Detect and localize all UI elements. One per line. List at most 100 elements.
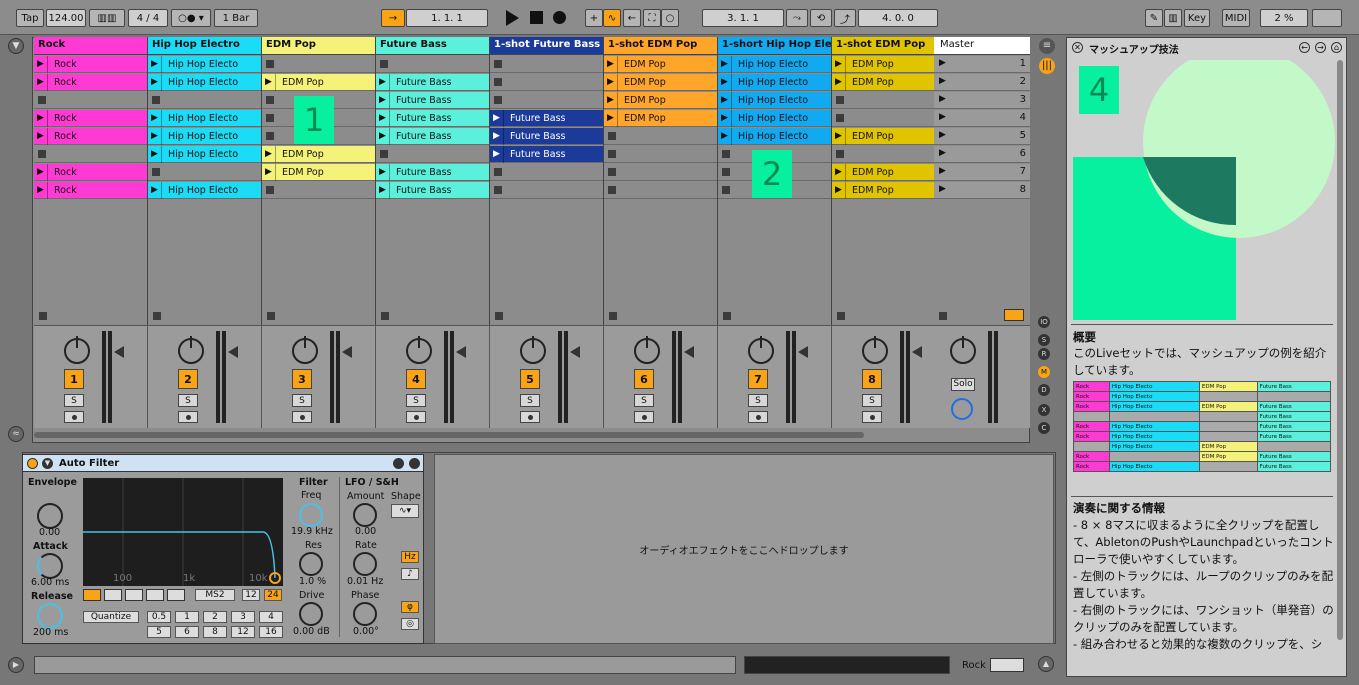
loop-length-display[interactable]: 4. 0. 0 bbox=[858, 9, 938, 27]
solo-button[interactable]: S bbox=[292, 394, 312, 407]
clip-slot[interactable]: ▶ EDM Pop bbox=[832, 181, 945, 199]
mixer-toggle-icon[interactable]: ||| bbox=[1039, 58, 1055, 74]
solo-button[interactable]: S bbox=[64, 394, 84, 407]
clip-launch-icon[interactable]: ▶ bbox=[490, 109, 504, 127]
stop-icon[interactable] bbox=[152, 96, 160, 104]
scene-launch[interactable]: ▶ 3 bbox=[934, 92, 1030, 109]
quantize-value-button[interactable]: 8 bbox=[203, 626, 227, 638]
track-header[interactable]: Future Bass bbox=[376, 37, 489, 55]
empty-clip-slot[interactable] bbox=[262, 56, 375, 73]
filter-type-highpass[interactable] bbox=[104, 589, 122, 601]
clip-launch-icon[interactable]: ▶ bbox=[376, 127, 390, 145]
clip-launch-icon[interactable]: ▶ bbox=[604, 73, 618, 91]
stop-icon[interactable] bbox=[722, 168, 730, 176]
filter-display[interactable]: 100 1k 10k bbox=[83, 478, 283, 586]
pan-knob[interactable] bbox=[862, 336, 888, 364]
rate-knob[interactable] bbox=[353, 552, 377, 576]
delay-toggle-icon[interactable]: D bbox=[1038, 384, 1050, 396]
help-toggle-icon[interactable]: ≈ bbox=[8, 426, 24, 442]
play-icon[interactable] bbox=[506, 10, 519, 26]
quantize-select[interactable]: 1 Bar bbox=[214, 9, 258, 27]
arm-button[interactable] bbox=[292, 411, 312, 423]
punch-out-icon[interactable]: ⤴ bbox=[834, 9, 856, 27]
nudge-icon[interactable]: ▥▥ bbox=[89, 9, 125, 27]
clip-launch-icon[interactable]: ▶ bbox=[34, 181, 48, 199]
track-activator-button[interactable]: 3 bbox=[292, 369, 312, 389]
scene-launch[interactable]: ▶ 8 bbox=[934, 182, 1030, 199]
expand-up-icon[interactable]: ▲ bbox=[1038, 656, 1054, 672]
scene-launch-icon[interactable]: ▶ bbox=[939, 76, 946, 86]
slope-24-button[interactable]: 24 bbox=[264, 589, 282, 601]
metronome-icon[interactable]: ○● ▾ bbox=[171, 9, 211, 27]
pan-knob[interactable] bbox=[64, 336, 90, 364]
quantize-value-button[interactable]: 5 bbox=[147, 626, 171, 638]
empty-clip-slot[interactable] bbox=[604, 164, 717, 181]
clip-slot[interactable]: ▶ EDM Pop bbox=[832, 163, 945, 181]
loop-start-display[interactable]: 3. 1. 1 bbox=[702, 9, 784, 27]
sends-toggle-icon[interactable]: S bbox=[1038, 334, 1050, 346]
sync-note-icon[interactable]: ♪ bbox=[401, 568, 419, 580]
volume-fader-icon[interactable] bbox=[570, 346, 580, 358]
clip-launch-icon[interactable]: ▶ bbox=[376, 181, 390, 199]
clip-slot[interactable]: ▶ EDM Pop bbox=[832, 73, 945, 91]
volume-fader-icon[interactable] bbox=[114, 346, 124, 358]
track-header[interactable]: 1-shot EDM Pop bbox=[832, 37, 945, 55]
clip-slot[interactable]: ▶ Rock bbox=[34, 109, 147, 127]
track-header[interactable]: Rock bbox=[34, 37, 147, 55]
clip-slot[interactable]: ▶ Hip Hop Electo bbox=[148, 55, 261, 73]
scene-launch[interactable]: ▶ 6 bbox=[934, 146, 1030, 163]
clip-launch-icon[interactable]: ▶ bbox=[34, 163, 48, 181]
clip-launch-icon[interactable]: ▶ bbox=[148, 109, 162, 127]
clip-slot[interactable]: ▶ Hip Hop Electo bbox=[718, 127, 831, 145]
volume-fader-icon[interactable] bbox=[342, 346, 352, 358]
key-button[interactable]: Key bbox=[1184, 9, 1210, 27]
stop-icon[interactable] bbox=[836, 96, 844, 104]
stop-icon[interactable] bbox=[266, 132, 274, 140]
arm-button[interactable] bbox=[64, 411, 84, 423]
track-activator-button[interactable]: 4 bbox=[406, 369, 426, 389]
empty-clip-slot[interactable] bbox=[376, 146, 489, 163]
scene-launch[interactable]: ▶ 5 bbox=[934, 128, 1030, 145]
empty-clip-slot[interactable] bbox=[604, 128, 717, 145]
help-close-icon[interactable]: ✕ bbox=[1072, 42, 1083, 53]
track-activator-button[interactable]: 6 bbox=[634, 369, 654, 389]
help-home-icon[interactable]: ⌂ bbox=[1331, 42, 1342, 53]
clip-launch-icon[interactable]: ▶ bbox=[832, 73, 846, 91]
stop-icon[interactable] bbox=[494, 60, 502, 68]
attack-knob[interactable] bbox=[37, 553, 63, 579]
stop-icon[interactable] bbox=[608, 150, 616, 158]
clip-slot[interactable]: ▶ Rock bbox=[34, 55, 147, 73]
tap-button[interactable]: Tap bbox=[16, 9, 44, 27]
pan-knob[interactable] bbox=[178, 336, 204, 364]
capture-icon[interactable]: ⛶ bbox=[643, 9, 661, 27]
stop-icon[interactable] bbox=[380, 150, 388, 158]
clip-slot[interactable]: ▶ EDM Pop bbox=[832, 127, 945, 145]
track-header[interactable]: 1-shot EDM Pop bbox=[604, 37, 717, 55]
view-toggle-icon[interactable]: ≡ bbox=[1039, 38, 1055, 54]
stop-icon[interactable] bbox=[494, 168, 502, 176]
stop-icon[interactable] bbox=[836, 114, 844, 122]
horizontal-scrollbar[interactable] bbox=[34, 432, 864, 438]
stop-icon[interactable] bbox=[494, 78, 502, 86]
track-stop-button[interactable] bbox=[39, 312, 47, 320]
arm-button[interactable] bbox=[520, 411, 540, 423]
empty-clip-slot[interactable] bbox=[604, 146, 717, 163]
clip-launch-icon[interactable]: ▶ bbox=[34, 55, 48, 73]
track-stop-button[interactable] bbox=[381, 312, 389, 320]
track-stop-button[interactable] bbox=[837, 312, 845, 320]
circuit-select[interactable]: MS2 bbox=[195, 589, 235, 601]
clip-launch-icon[interactable]: ▶ bbox=[832, 55, 846, 73]
envelope-knob[interactable] bbox=[37, 503, 63, 529]
arm-button[interactable] bbox=[634, 411, 654, 423]
mixer-section-icon[interactable]: M bbox=[1038, 366, 1050, 378]
track-header[interactable]: 1-short Hip Hop Ele bbox=[718, 37, 831, 55]
session-record-icon[interactable]: ○ bbox=[661, 9, 679, 27]
solo-button[interactable]: S bbox=[748, 394, 768, 407]
clip-slot[interactable]: ▶ Future Bass bbox=[490, 145, 603, 163]
stop-icon[interactable] bbox=[608, 168, 616, 176]
solo-button[interactable]: S bbox=[862, 394, 882, 407]
clip-launch-icon[interactable]: ▶ bbox=[376, 91, 390, 109]
clip-launch-icon[interactable]: ▶ bbox=[604, 55, 618, 73]
help-next-icon[interactable]: → bbox=[1315, 42, 1326, 53]
pan-knob[interactable] bbox=[520, 336, 546, 364]
